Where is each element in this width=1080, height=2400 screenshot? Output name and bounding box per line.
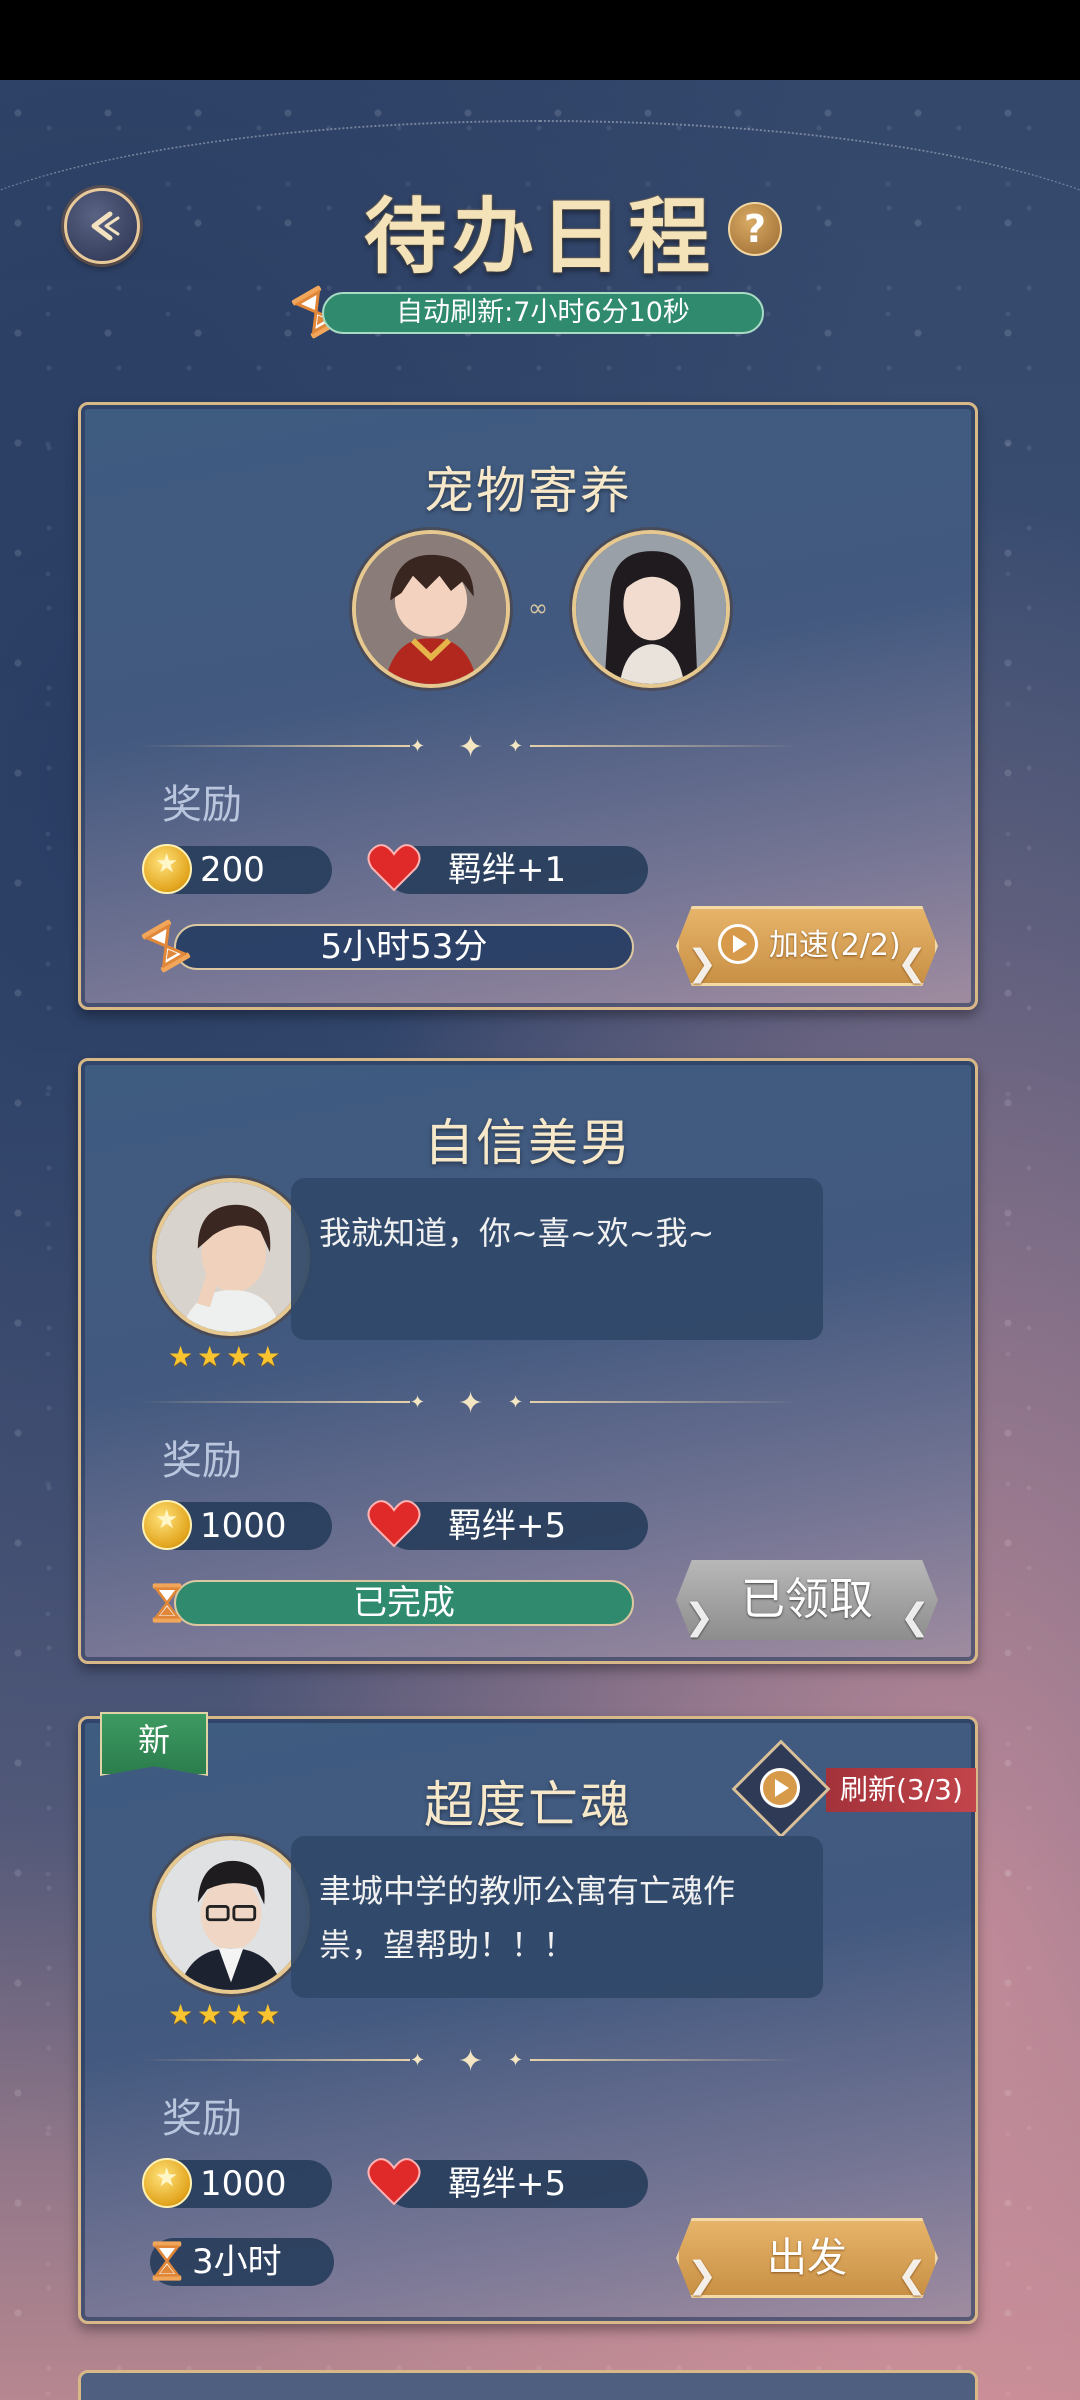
coin-amount: 1000 <box>200 2164 287 2204</box>
bond-amount: 羁绊+5 <box>448 1506 567 1546</box>
rating-stars: ★★★★ <box>168 1340 285 1373</box>
bond-reward: 羁绊+1 <box>386 846 648 894</box>
heart-icon <box>367 2158 421 2206</box>
hourglass-icon <box>141 919 191 973</box>
character-avatar[interactable] <box>152 1836 310 1994</box>
reward-label: 奖励 <box>162 1438 242 1484</box>
play-video-icon <box>760 1768 800 1808</box>
card-title: 自信美男 <box>424 1114 632 1172</box>
depart-label: 出发 <box>767 2235 847 2281</box>
card-title: 宠物寄养 <box>424 462 632 520</box>
section-divider: ✦ ✦ ✦ <box>140 730 800 765</box>
hourglass-icon <box>152 2241 182 2281</box>
speed-up-label: 加速(2/2) <box>769 928 901 963</box>
character-avatar-female[interactable] <box>572 530 730 688</box>
coin-amount: 1000 <box>200 1506 287 1546</box>
coin-icon <box>142 1500 192 1550</box>
refresh-button[interactable]: 刷新(3/3) <box>826 1768 976 1812</box>
page-title: 待办日程 <box>363 190 716 285</box>
bond-amount: 羁绊+5 <box>448 2164 567 2204</box>
reward-label: 奖励 <box>162 2096 242 2142</box>
message-bubble: 聿城中学的教师公寓有亡魂作祟，望帮助！！！ <box>291 1836 823 1998</box>
character-avatar[interactable] <box>152 1178 310 1336</box>
help-icon[interactable]: ? <box>728 202 782 256</box>
rating-stars: ★★★★ <box>168 1998 285 2031</box>
reward-label: 奖励 <box>162 782 242 828</box>
bond-link-icon: ∞ <box>528 594 548 622</box>
status-bar-complete: 已完成 <box>174 1580 634 1626</box>
bond-reward: 羁绊+5 <box>386 1502 648 1550</box>
hourglass-icon <box>152 1583 182 1623</box>
coin-amount: 200 <box>200 850 265 890</box>
heart-icon <box>367 844 421 892</box>
bond-amount: 羁绊+1 <box>448 850 567 890</box>
timer-bar: 5小时53分 <box>174 924 634 970</box>
play-video-icon <box>718 924 758 964</box>
coin-icon <box>142 2158 192 2208</box>
speed-up-button[interactable]: ❯ 加速(2/2) ❮ <box>676 906 938 986</box>
bond-reward: 羁绊+5 <box>386 2160 648 2208</box>
character-avatar-male[interactable] <box>352 530 510 688</box>
refresh-label: 刷新(3/3) <box>840 1773 963 1806</box>
status-bar <box>0 0 1080 80</box>
claimed-label: 已领取 <box>741 1574 873 1625</box>
message-bubble: 我就知道，你~喜~欢~我~ <box>291 1178 823 1340</box>
auto-refresh-timer: 自动刷新:7小时6分10秒 <box>322 292 764 334</box>
depart-button[interactable]: ❯ 出发 ❮ <box>676 2218 938 2298</box>
coin-icon <box>142 844 192 894</box>
heart-icon <box>367 1500 421 1548</box>
next-task-card <box>78 2370 978 2400</box>
section-divider: ✦ ✦ ✦ <box>140 2044 800 2079</box>
duration-label: 3小时 <box>192 2242 282 2282</box>
claimed-button[interactable]: ❯ 已领取 ❮ <box>676 1560 938 1640</box>
section-divider: ✦ ✦ ✦ <box>140 1386 800 1421</box>
